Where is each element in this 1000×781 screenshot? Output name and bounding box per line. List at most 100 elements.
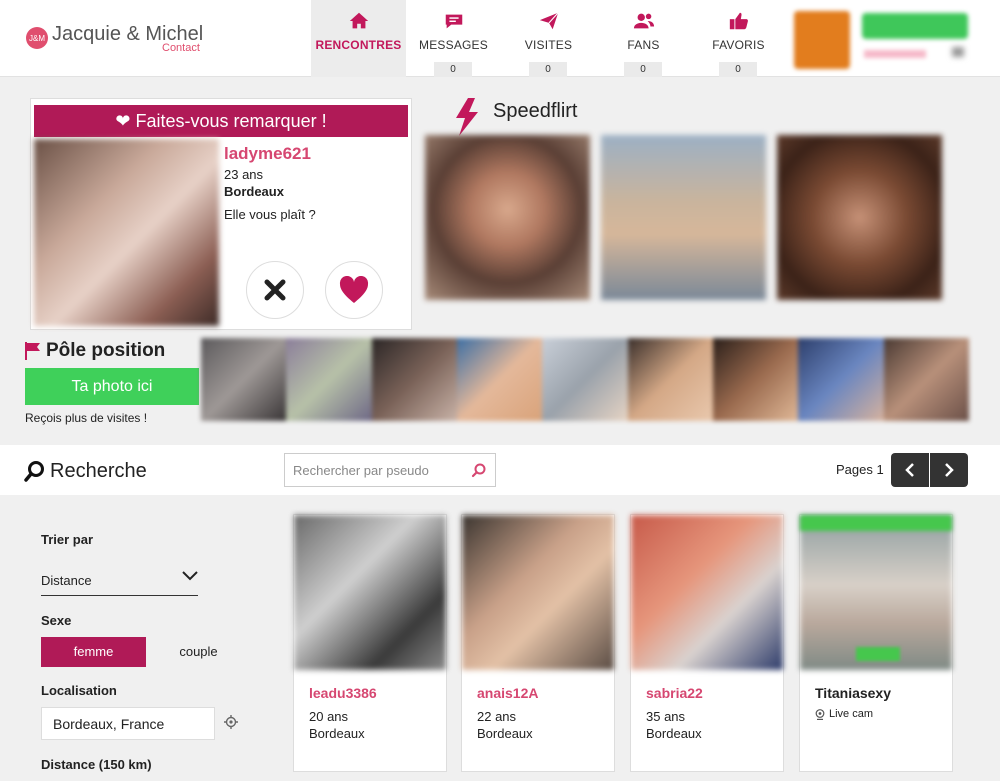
profile-photo[interactable] <box>631 515 783 670</box>
pole-photo[interactable] <box>542 338 628 421</box>
pole-photo[interactable] <box>712 338 799 421</box>
nav-label: FANS <box>627 38 660 52</box>
user-avatar[interactable] <box>794 11 850 69</box>
pages-label: Pages 1 <box>836 462 884 477</box>
pole-photo[interactable] <box>201 338 287 421</box>
featured-city: Bordeaux <box>224 184 284 199</box>
sex-option-femme[interactable]: femme <box>41 637 146 667</box>
pole-photo[interactable] <box>456 338 543 421</box>
profile-photo[interactable] <box>462 515 614 670</box>
pole-photo[interactable] <box>627 338 713 421</box>
thumbs-up-icon <box>729 12 748 30</box>
profile-name[interactable]: Titaniasexy <box>815 685 891 701</box>
profile-age: 35 ans <box>646 709 686 724</box>
nav-count: 0 <box>719 62 757 77</box>
sort-select[interactable]: Distance <box>41 566 198 596</box>
nav-visites[interactable]: VISITES 0 <box>501 0 596 77</box>
user-sub-link[interactable] <box>864 50 926 58</box>
paper-plane-icon <box>539 12 559 30</box>
live-cam-badge: Live cam <box>815 708 873 720</box>
profile-age: 20 ans <box>309 709 349 724</box>
prev-page-button[interactable] <box>891 453 929 487</box>
profile-name[interactable]: anais12A <box>477 685 538 701</box>
profile-card[interactable]: leadu3386 20 ans Bordeaux <box>293 514 447 772</box>
search-title: Recherche <box>50 460 147 482</box>
chevron-right-icon <box>945 463 954 477</box>
profile-city: Bordeaux <box>309 726 365 741</box>
pole-photo[interactable] <box>883 338 969 421</box>
speedflirt-photo[interactable] <box>777 135 942 300</box>
location-label: Localisation <box>41 683 117 698</box>
brand-sub: Contact <box>162 42 200 54</box>
next-page-button[interactable] <box>930 453 968 487</box>
nav-rencontres[interactable]: RENCONTRES <box>311 0 406 77</box>
featured-question: Elle vous plaît ? <box>224 207 316 222</box>
brand-logo[interactable]: J&M Jacquie & Michel Contact <box>26 24 203 54</box>
search-icon <box>24 461 44 482</box>
chevron-left-icon <box>905 463 914 477</box>
featured-name[interactable]: ladyme621 <box>224 144 311 164</box>
user-status-button[interactable] <box>862 13 968 39</box>
nav-label: FAVORIS <box>712 38 765 52</box>
pole-position-title: Pôle position <box>46 340 166 361</box>
nav-label: RENCONTRES <box>315 38 402 52</box>
dislike-button[interactable] <box>246 261 304 319</box>
nav-label: MESSAGES <box>419 38 488 52</box>
profile-name[interactable]: leadu3386 <box>309 685 377 701</box>
speedflirt-photo[interactable] <box>601 135 766 300</box>
nav-fans[interactable]: FANS 0 <box>596 0 691 77</box>
distance-label: Distance (150 km) <box>41 757 152 772</box>
brand-badge: J&M <box>26 27 48 49</box>
profile-name[interactable]: sabria22 <box>646 685 703 701</box>
sex-option-couple[interactable]: couple <box>146 637 251 667</box>
sort-label: Trier par <box>41 532 94 547</box>
pole-photo[interactable] <box>286 338 372 421</box>
users-icon <box>633 13 654 29</box>
home-icon <box>349 12 368 29</box>
profile-card-livecam[interactable]: Titaniasexy Live cam <box>799 514 953 772</box>
speedflirt-title: Speedflirt <box>493 100 578 122</box>
pole-photo[interactable] <box>371 338 457 421</box>
featured-banner-text: Faites-vous remarquer ! <box>135 111 327 131</box>
search-icon[interactable] <box>471 462 487 478</box>
pole-position-strip <box>201 338 969 421</box>
live-tag <box>856 647 900 661</box>
profile-photo[interactable] <box>294 515 446 670</box>
featured-age: 23 ans <box>224 167 264 182</box>
close-icon <box>264 279 286 301</box>
chevron-down-icon[interactable] <box>182 571 198 581</box>
pole-photo[interactable] <box>798 338 884 421</box>
lightning-icon <box>456 98 478 136</box>
live-cam-label: Live cam <box>829 708 874 720</box>
pseudo-search-input[interactable] <box>284 453 496 487</box>
top-header: J&M Jacquie & Michel Contact RENCONTRES … <box>0 0 1000 77</box>
flag-icon <box>25 342 40 360</box>
speedflirt-photo[interactable] <box>425 135 590 300</box>
nav-count: 0 <box>529 62 567 77</box>
featured-profile-card: ❤ Faites-vous remarquer ! ladyme621 23 a… <box>30 98 412 330</box>
chat-icon <box>445 14 462 29</box>
featured-banner: ❤ Faites-vous remarquer ! <box>34 105 408 137</box>
profile-city: Bordeaux <box>646 726 702 741</box>
profile-card[interactable]: anais12A 22 ans Bordeaux <box>461 514 615 772</box>
nav-label: VISITES <box>524 38 573 52</box>
profile-age: 22 ans <box>477 709 517 724</box>
nav-count: 0 <box>434 62 472 77</box>
live-band <box>800 515 952 531</box>
like-button[interactable] <box>325 261 383 319</box>
heart-icon <box>339 276 369 303</box>
webcam-icon <box>815 708 825 720</box>
nav-count: 0 <box>624 62 662 77</box>
user-menu-chevron-icon[interactable] <box>952 47 964 57</box>
featured-photo[interactable] <box>34 139 219 326</box>
heart-icon: ❤ <box>115 111 131 131</box>
nav-favoris[interactable]: FAVORIS 0 <box>691 0 786 77</box>
location-input[interactable]: Bordeaux, France <box>41 707 215 740</box>
pole-position-subtext: Reçois plus de visites ! <box>25 411 148 425</box>
nav-messages[interactable]: MESSAGES 0 <box>406 0 501 77</box>
sex-label: Sexe <box>41 613 72 628</box>
your-photo-here-button[interactable]: Ta photo ici <box>25 368 199 405</box>
profile-city: Bordeaux <box>477 726 533 741</box>
profile-card[interactable]: sabria22 35 ans Bordeaux <box>630 514 784 772</box>
locate-icon[interactable] <box>224 715 238 729</box>
